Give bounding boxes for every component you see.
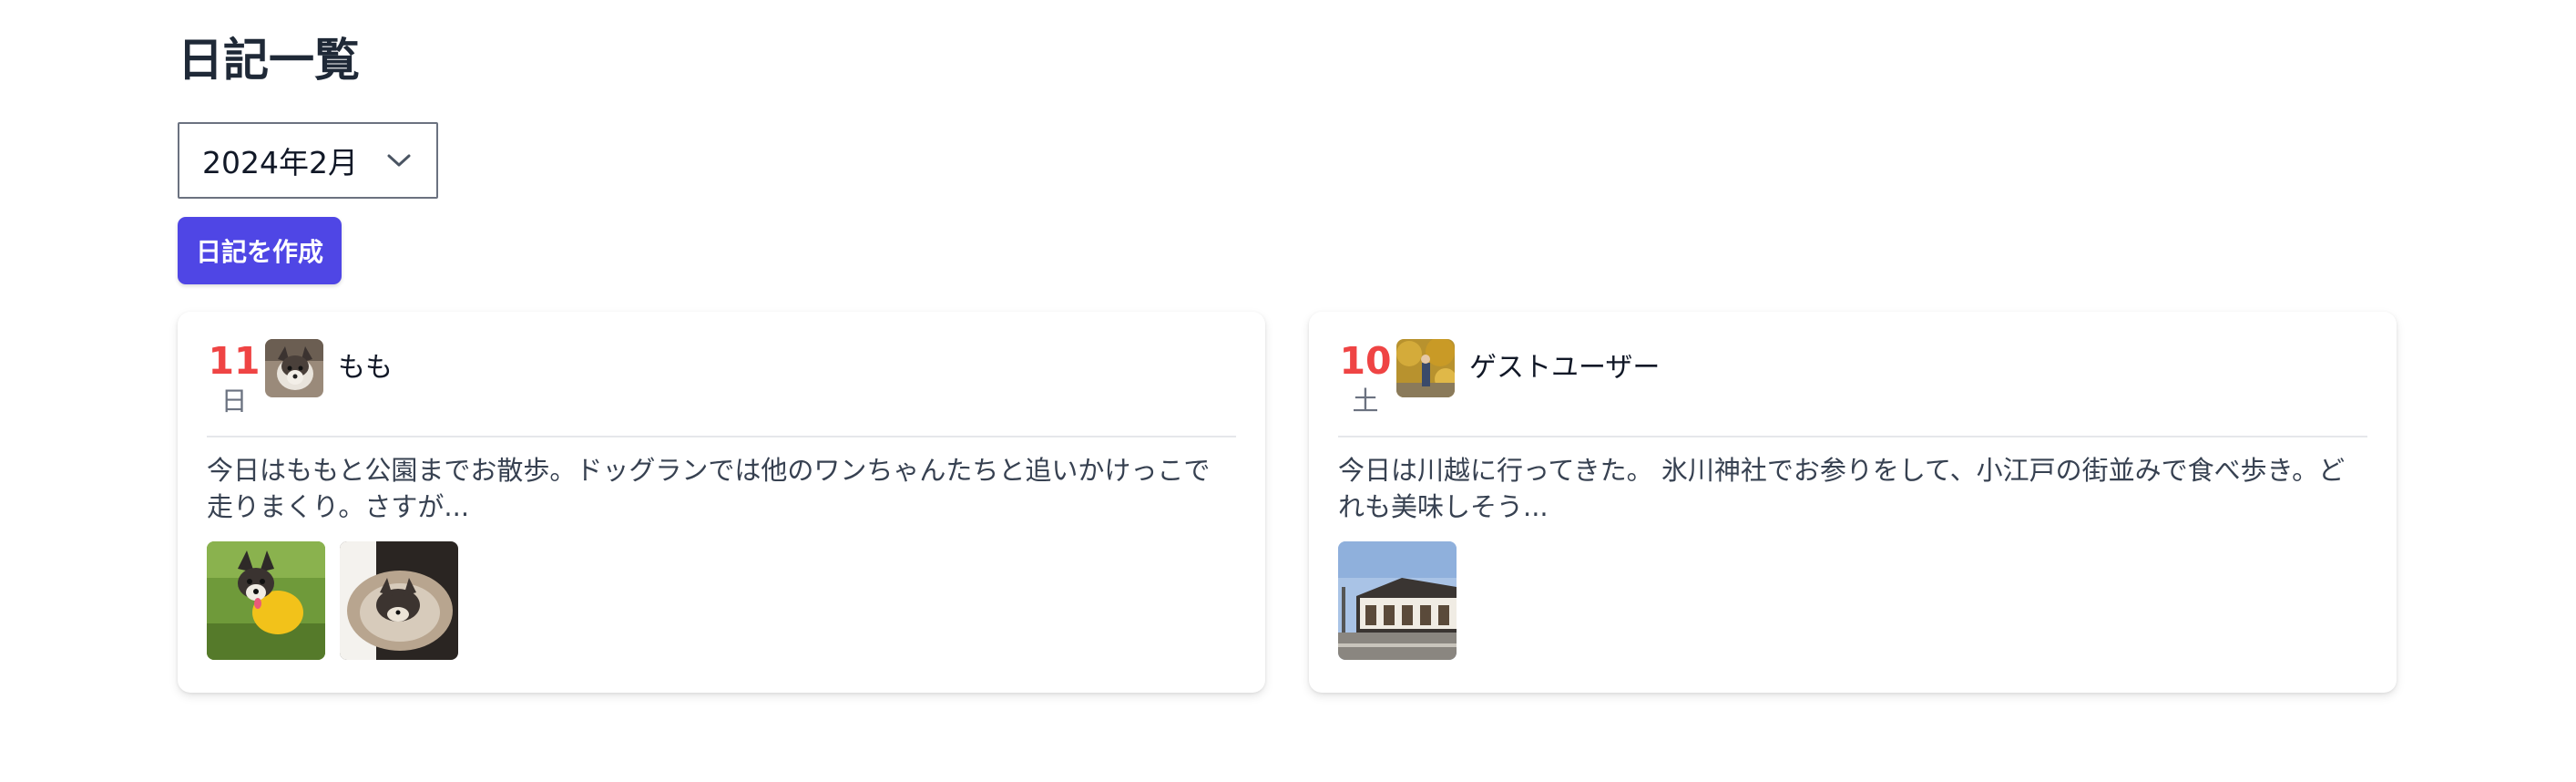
- entry-weekday: 日: [220, 386, 248, 417]
- avatar: [1396, 339, 1455, 397]
- month-select[interactable]: 2024年2月: [178, 122, 438, 199]
- divider: [207, 436, 1236, 437]
- photo-list: [1338, 541, 2367, 660]
- avatar: [265, 339, 323, 397]
- diary-card-list: 11 日 もも 今日はももと公園までお散歩。ドッグランでは他のワンちゃんたちと追…: [178, 312, 2397, 693]
- photo-thumbnail[interactable]: [340, 541, 458, 660]
- entry-date: 10 土: [1338, 339, 1393, 419]
- divider: [1338, 436, 2367, 437]
- chevron-down-icon: [387, 153, 411, 168]
- month-select-value: 2024年2月: [202, 145, 358, 180]
- page-title: 日記一覧: [178, 34, 360, 87]
- photo-thumbnail[interactable]: [207, 541, 325, 660]
- entry-date: 11 日: [207, 339, 261, 419]
- entry-excerpt: 今日は川越に行ってきた。 氷川神社でお参りをして、小江戸の街並みで食べ歩き。どれ…: [1338, 455, 2346, 522]
- diary-card[interactable]: 11 日 もも 今日はももと公園までお散歩。ドッグランでは他のワンちゃんたちと追…: [178, 312, 1265, 693]
- page-header: 日記一覧 2024年2月 日記を作成: [178, 27, 2398, 284]
- user-name: ゲストユーザー: [1469, 352, 1661, 384]
- create-diary-button[interactable]: 日記を作成: [178, 217, 342, 284]
- entry-day: 11: [208, 339, 261, 383]
- diary-card-header: 10 土 ゲストユーザー: [1338, 339, 2367, 428]
- diary-card-header: 11 日 もも: [207, 339, 1236, 428]
- user-name: もも: [338, 352, 393, 384]
- photo-thumbnail[interactable]: [1338, 541, 1457, 660]
- diary-card[interactable]: 10 土 ゲストユーザー 今日は川越に行ってきた。 氷川神社でお参りをして、小江…: [1309, 312, 2397, 693]
- photo-list: [207, 541, 1236, 660]
- entry-excerpt: 今日はももと公園までお散歩。ドッグランでは他のワンちゃんたちと追いかけっこで走り…: [207, 455, 1211, 522]
- entry-weekday: 土: [1352, 386, 1379, 417]
- entry-day: 10: [1339, 339, 1392, 383]
